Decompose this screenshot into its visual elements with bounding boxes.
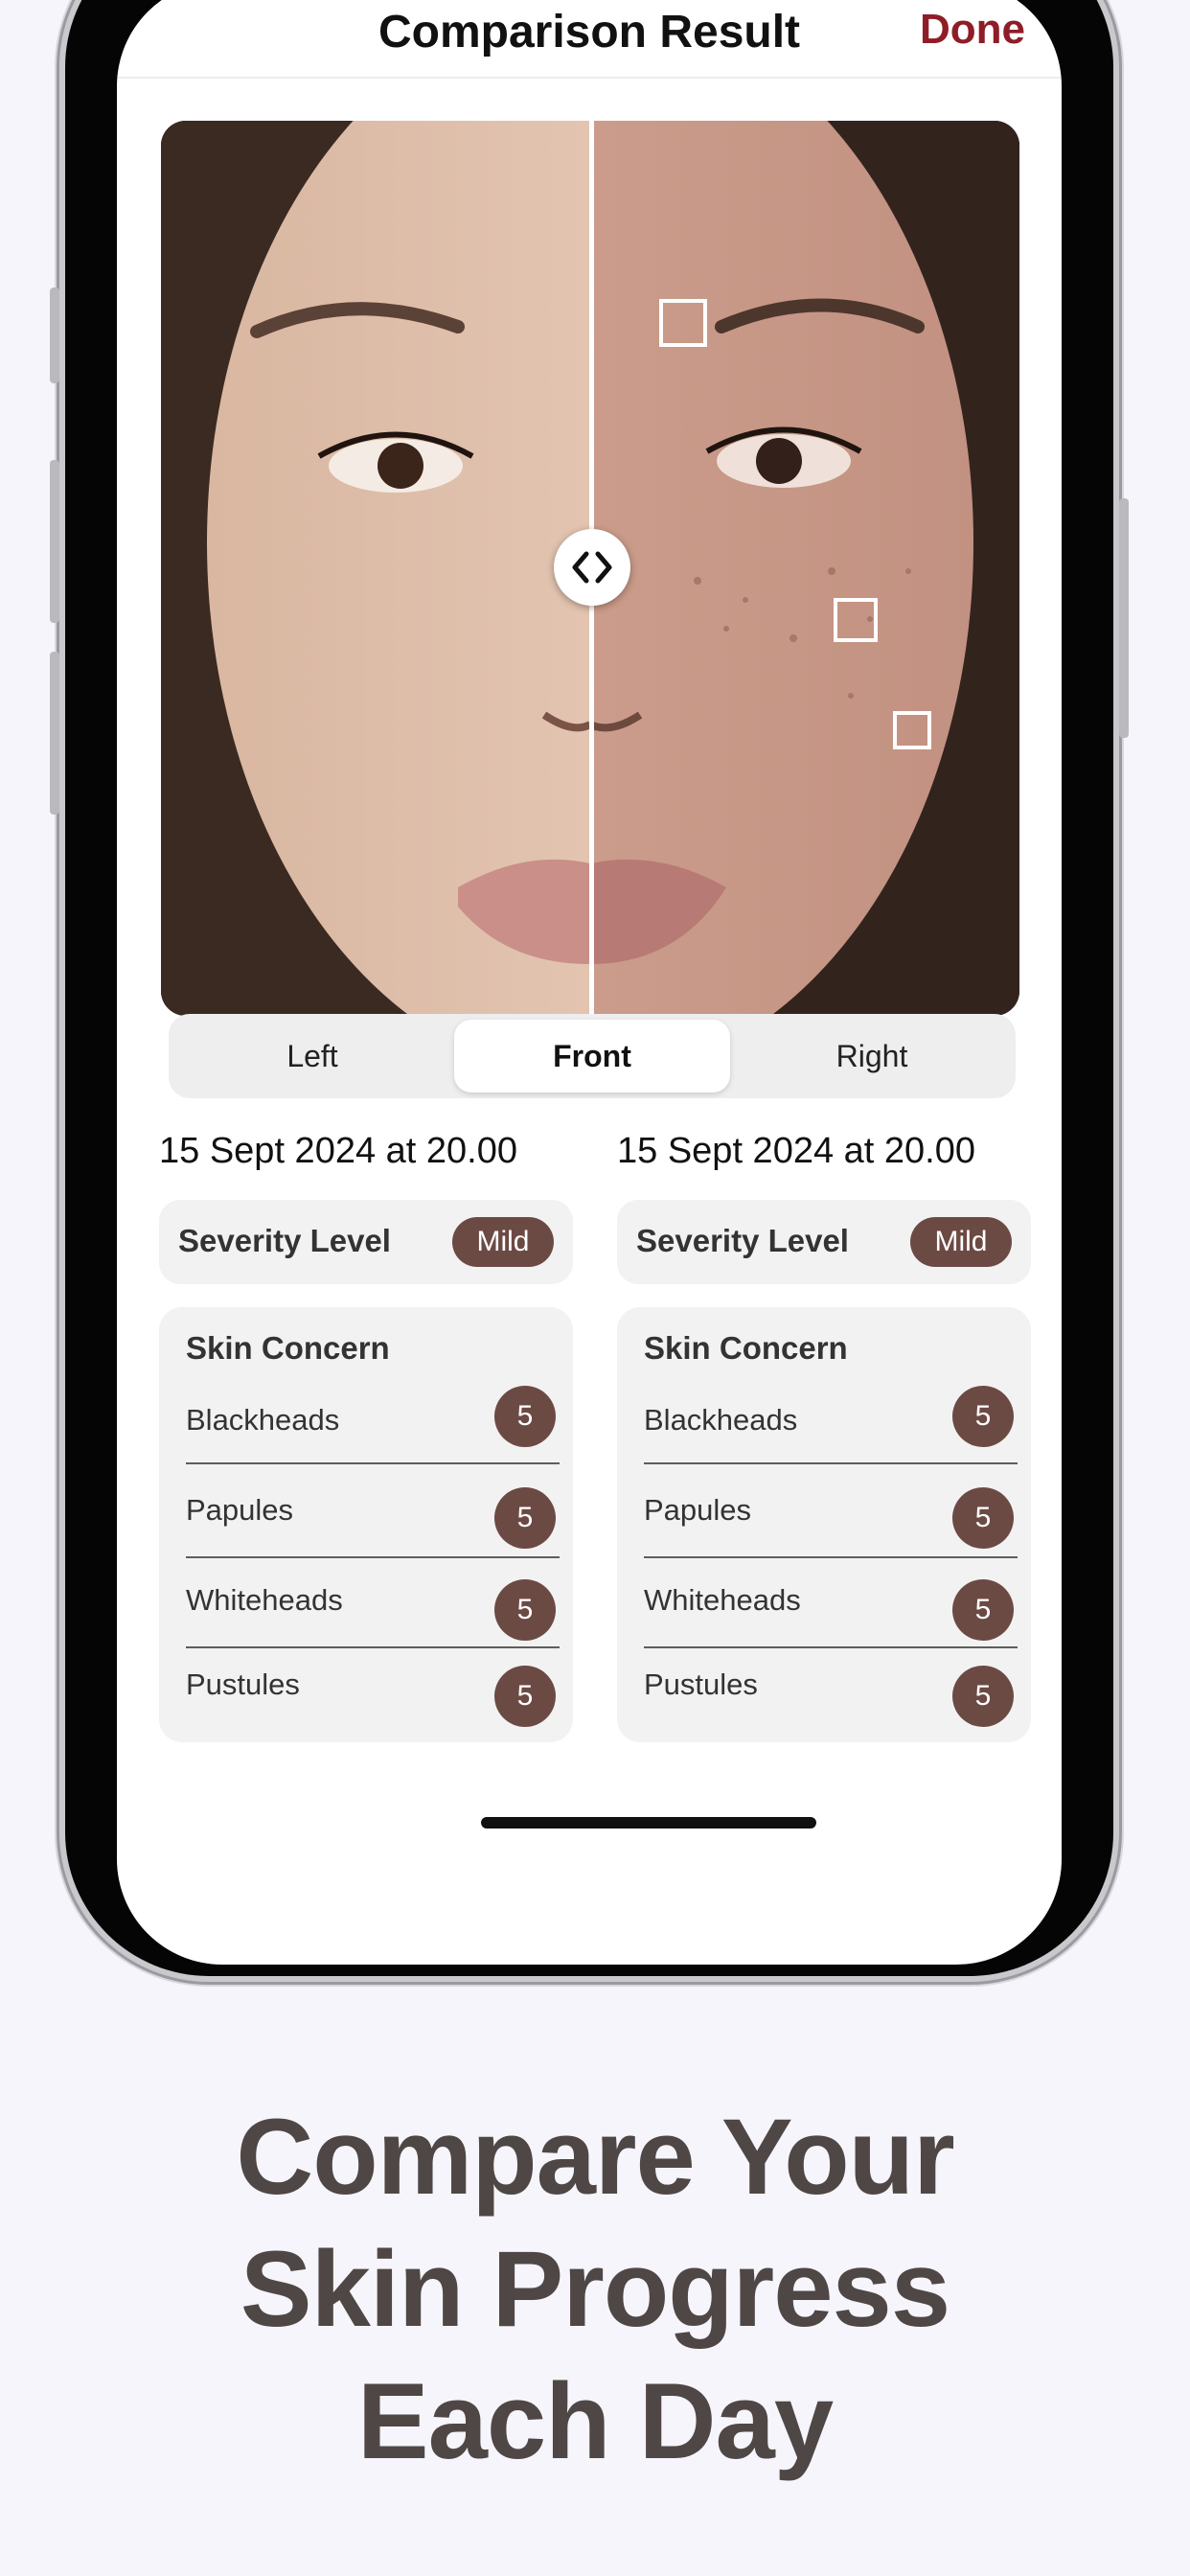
severity-badge: Mild: [452, 1217, 554, 1267]
concern-name: Blackheads: [644, 1403, 798, 1437]
result-date: 15 Sept 2024 at 20.00: [617, 1131, 975, 1171]
concern-row: Papules 5: [186, 1464, 560, 1558]
concern-name: Blackheads: [186, 1403, 340, 1437]
concern-marker[interactable]: [659, 299, 707, 347]
comparison-slider-handle[interactable]: [554, 529, 630, 606]
severity-badge: Mild: [910, 1217, 1012, 1267]
concern-count-badge: 5: [494, 1579, 556, 1641]
power-button: [1119, 498, 1129, 738]
view-segmented-control: Left Front Right: [169, 1014, 1016, 1098]
app-screen: Comparison Result Done Left Front Right …: [117, 0, 1062, 1965]
concern-count-badge: 5: [952, 1666, 1014, 1727]
done-button[interactable]: Done: [920, 6, 1025, 54]
concern-name: Pustules: [186, 1668, 300, 1701]
volume-down-button: [50, 652, 59, 815]
severity-label: Severity Level: [636, 1223, 849, 1258]
concern-count-badge: 5: [494, 1386, 556, 1447]
chevron-left-right-icon: [572, 551, 612, 584]
home-indicator[interactable]: [481, 1817, 816, 1828]
navigation-bar: Comparison Result Done: [117, 0, 1062, 79]
concern-name: Whiteheads: [186, 1583, 343, 1617]
caption-line: Compare Your: [236, 2097, 954, 2217]
caption-line: Each Day: [356, 2361, 834, 2481]
concern-row: Blackheads 5: [644, 1378, 1018, 1464]
skin-concern-card: Skin Concern Blackheads 5 Papules 5 Whit…: [617, 1307, 1031, 1742]
concern-name: Papules: [186, 1493, 294, 1527]
concern-row: Blackheads 5: [186, 1378, 560, 1464]
concern-count-badge: 5: [952, 1386, 1014, 1447]
concern-row: Whiteheads 5: [644, 1556, 1018, 1648]
concern-marker[interactable]: [834, 598, 878, 642]
skin-concern-title: Skin Concern: [644, 1330, 848, 1366]
concern-marker[interactable]: [893, 711, 931, 749]
concern-row: Pustules 5: [644, 1646, 1018, 1733]
silent-switch: [50, 288, 59, 383]
concern-count-badge: 5: [494, 1666, 556, 1727]
concern-name: Papules: [644, 1493, 752, 1527]
concern-name: Pustules: [644, 1668, 758, 1701]
concern-count-badge: 5: [494, 1487, 556, 1549]
right-result-column: 15 Sept 2024 at 20.00 Severity Level Mil…: [617, 1131, 1031, 1742]
volume-up-button: [50, 460, 59, 623]
caption-line: Skin Progress: [240, 2229, 950, 2349]
concern-row: Pustules 5: [186, 1646, 560, 1733]
tab-right[interactable]: Right: [734, 1020, 1010, 1092]
concern-count-badge: 5: [952, 1487, 1014, 1549]
comparison-photo[interactable]: [161, 121, 1019, 1016]
tab-front[interactable]: Front: [454, 1020, 730, 1092]
concern-count-badge: 5: [952, 1579, 1014, 1641]
concern-name: Whiteheads: [644, 1583, 801, 1617]
concern-row: Whiteheads 5: [186, 1556, 560, 1648]
left-result-column: 15 Sept 2024 at 20.00 Severity Level Mil…: [159, 1131, 573, 1742]
skin-concern-title: Skin Concern: [186, 1330, 390, 1366]
phone-frame: Comparison Result Done Left Front Right …: [50, 0, 1129, 1976]
severity-card: Severity Level Mild: [159, 1200, 573, 1284]
tab-left[interactable]: Left: [174, 1020, 450, 1092]
result-date: 15 Sept 2024 at 20.00: [159, 1131, 517, 1171]
severity-card: Severity Level Mild: [617, 1200, 1031, 1284]
skin-concern-card: Skin Concern Blackheads 5 Papules 5 Whit…: [159, 1307, 573, 1742]
severity-label: Severity Level: [178, 1223, 391, 1258]
concern-row: Papules 5: [644, 1464, 1018, 1558]
